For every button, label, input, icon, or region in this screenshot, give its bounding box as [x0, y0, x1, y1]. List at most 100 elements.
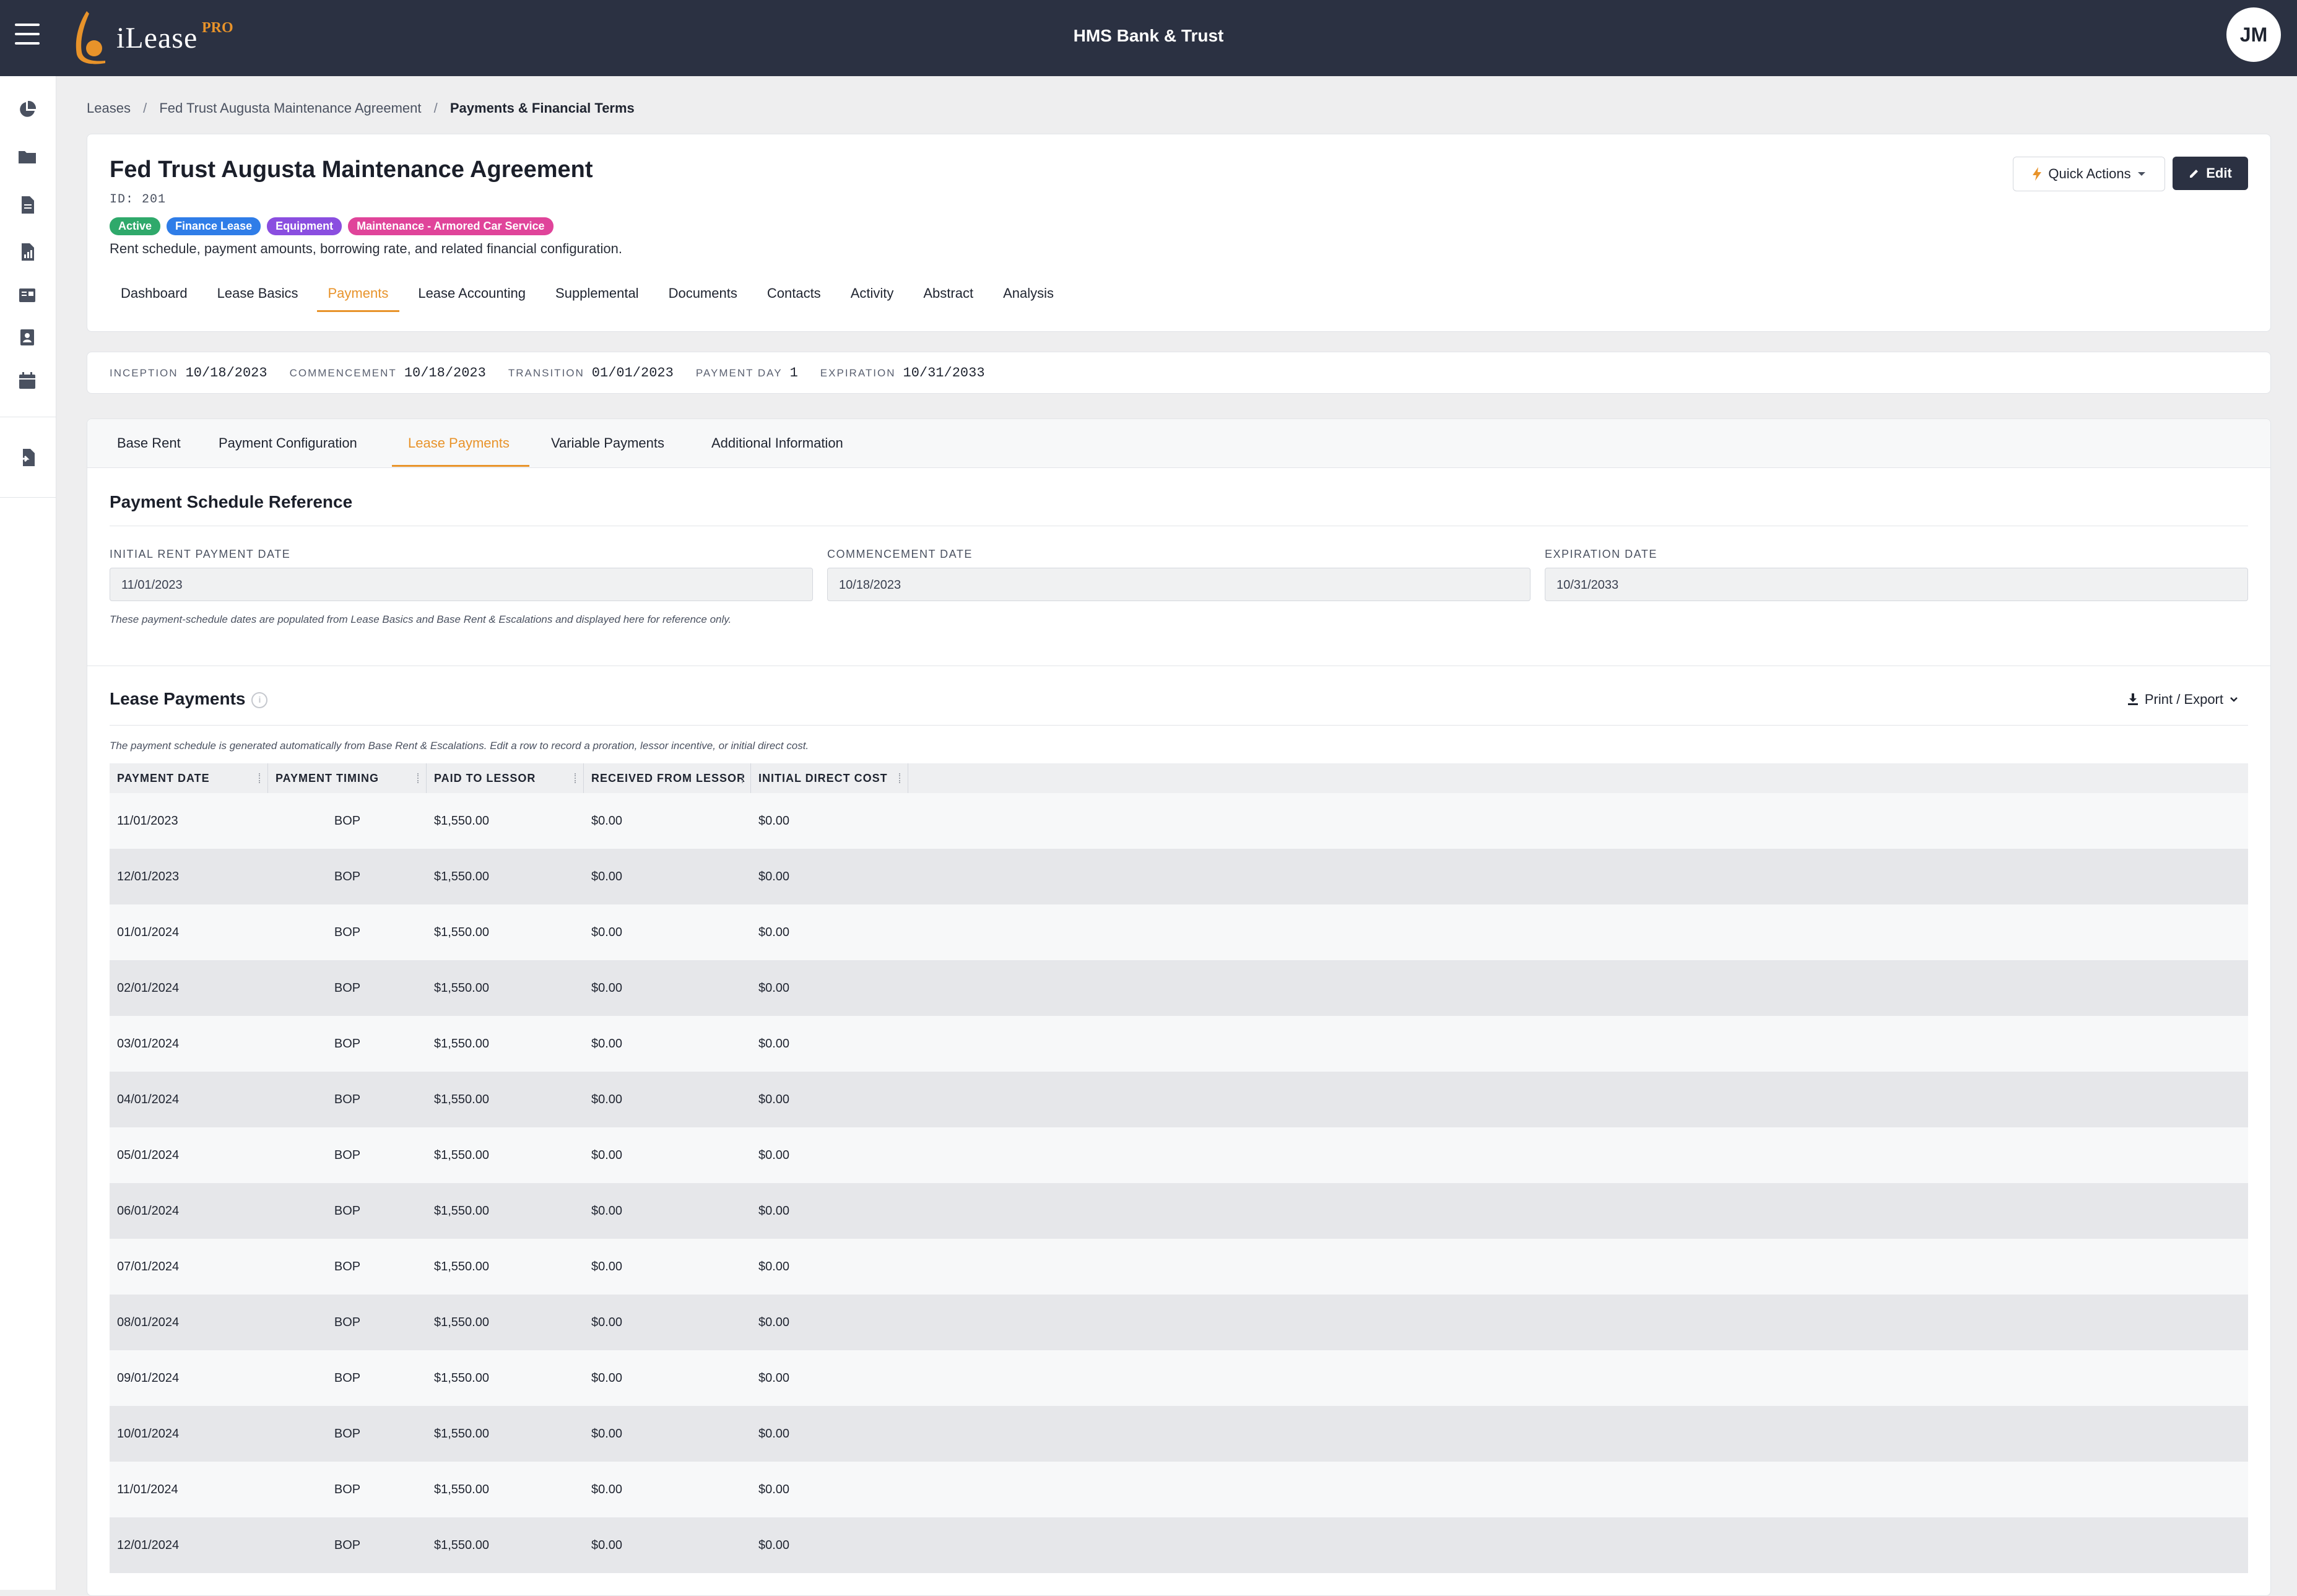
calendar-icon[interactable]	[17, 371, 37, 391]
ledger-icon[interactable]	[17, 285, 37, 305]
key-date-value: 1	[789, 365, 798, 381]
print-export-label: Print / Export	[2144, 692, 2223, 707]
received-from-lessor-cell: $0.00	[591, 1260, 623, 1273]
tab-abstract[interactable]: Abstract	[912, 285, 984, 312]
tab-lease-basics[interactable]: Lease Basics	[206, 285, 310, 312]
table-row[interactable]: 09/01/2024 BOP $1,550.00 $0.00 $0.00	[110, 1350, 2248, 1406]
contacts-icon[interactable]	[17, 327, 37, 347]
initial-direct-cost-cell: $0.00	[758, 814, 790, 828]
top-bar: iLease PRO HMS Bank & Trust JM	[0, 0, 2297, 76]
document-icon[interactable]	[17, 195, 37, 215]
pie-chart-icon[interactable]	[17, 100, 37, 119]
initial-direct-cost-cell: $0.00	[758, 870, 790, 883]
quick-actions-button[interactable]: Quick Actions	[2013, 157, 2165, 191]
payment-date-cell: 10/01/2024	[117, 1427, 180, 1441]
initial-direct-cost-cell: $0.00	[758, 1371, 790, 1385]
column-resize-handle[interactable]	[575, 773, 580, 783]
import-icon[interactable]	[17, 448, 37, 467]
payment-timing-cell: BOP	[334, 1260, 361, 1273]
received-from-lessor-cell: $0.00	[591, 814, 623, 828]
column-header-payment-date[interactable]: Payment Date	[110, 763, 268, 793]
key-date-item: Transition 01/01/2023	[508, 365, 674, 381]
edit-button[interactable]: Edit	[2173, 157, 2248, 190]
download-icon	[2127, 693, 2138, 705]
column-resize-handle[interactable]	[259, 773, 264, 783]
paid-to-lessor-cell: $1,550.00	[434, 1427, 489, 1441]
tab-contacts[interactable]: Contacts	[756, 285, 832, 312]
payment-timing-cell: BOP	[334, 981, 361, 995]
folder-icon[interactable]	[17, 147, 37, 167]
payment-date-cell: 11/01/2024	[117, 1483, 178, 1496]
paid-to-lessor-cell: $1,550.00	[434, 1260, 489, 1273]
column-header-payment-timing[interactable]: Payment Timing	[268, 763, 427, 793]
received-from-lessor-cell: $0.00	[591, 1427, 623, 1441]
tab-dashboard[interactable]: Dashboard	[110, 285, 199, 312]
payment-timing-cell: BOP	[334, 814, 361, 828]
paid-to-lessor-cell: $1,550.00	[434, 814, 489, 828]
subtab-payment-configuration[interactable]: Payment Configuration	[219, 435, 357, 451]
quick-actions-label: Quick Actions	[2048, 166, 2131, 181]
edit-label: Edit	[2206, 165, 2232, 181]
tab-payments[interactable]: Payments	[316, 285, 400, 312]
paid-to-lessor-cell: $1,550.00	[434, 1538, 489, 1552]
column-header-received-from-lessor[interactable]: Received from Lessor	[584, 763, 751, 793]
payment-timing-cell: BOP	[334, 1371, 361, 1385]
column-resize-handle[interactable]	[742, 773, 747, 783]
subtab-lease-payments[interactable]: Lease Payments	[408, 435, 510, 451]
active-subtab-indicator	[392, 465, 529, 467]
column-header-label: Paid to Lessor	[434, 772, 536, 784]
key-dates-bar: Inception 10/18/2023 Commencement 10/18/202…	[87, 352, 2271, 394]
subtab-additional-information[interactable]: Additional Information	[711, 435, 843, 451]
key-date-item: Payment Day 1	[696, 365, 798, 381]
table-row[interactable]: 07/01/2024 BOP $1,550.00 $0.00 $0.00	[110, 1239, 2248, 1295]
info-icon[interactable]: i	[251, 692, 268, 708]
payment-date-cell: 12/01/2024	[117, 1538, 180, 1552]
column-header-initial-direct-cost[interactable]: Initial Direct Cost	[751, 763, 908, 793]
key-date-label: Expiration	[820, 367, 896, 379]
table-row[interactable]: 08/01/2024 BOP $1,550.00 $0.00 $0.00	[110, 1295, 2248, 1350]
table-row[interactable]: 11/01/2024 BOP $1,550.00 $0.00 $0.00	[110, 1462, 2248, 1517]
table-row[interactable]: 06/01/2024 BOP $1,550.00 $0.00 $0.00	[110, 1183, 2248, 1239]
key-dates: Inception 10/18/2023 Commencement 10/18/202…	[110, 365, 1007, 381]
payment-date-cell: 02/01/2024	[117, 981, 180, 995]
user-avatar[interactable]: JM	[2226, 7, 2281, 62]
pencil-icon	[2190, 170, 2199, 178]
schedule-reference-title: Payment Schedule Reference	[110, 492, 353, 511]
status-badge: Active	[110, 217, 161, 235]
subtab-variable-payments[interactable]: Variable Payments	[551, 435, 664, 451]
column-resize-handle[interactable]	[417, 773, 422, 783]
table-row[interactable]: 02/01/2024 BOP $1,550.00 $0.00 $0.00	[110, 960, 2248, 1016]
breadcrumb-link[interactable]: Leases	[87, 100, 131, 116]
payment-date-cell: 07/01/2024	[117, 1260, 180, 1273]
column-resize-handle[interactable]	[899, 773, 904, 783]
table-row[interactable]: 04/01/2024 BOP $1,550.00 $0.00 $0.00	[110, 1072, 2248, 1127]
key-date-value: 10/18/2023	[185, 365, 267, 381]
status-badge: Equipment	[267, 217, 342, 235]
subtab-base-rent[interactable]: Base Rent	[117, 435, 181, 451]
table-row[interactable]: 01/01/2024 BOP $1,550.00 $0.00 $0.00	[110, 904, 2248, 960]
lease-badges: Active Finance Lease Equipment Maintenance …	[110, 217, 554, 235]
table-row[interactable]: 12/01/2023 BOP $1,550.00 $0.00 $0.00	[110, 849, 2248, 904]
tab-analysis[interactable]: Analysis	[992, 285, 1065, 312]
payment-date-cell: 03/01/2024	[117, 1037, 180, 1051]
payment-timing-cell: BOP	[334, 1538, 361, 1552]
payment-timing-cell: BOP	[334, 1037, 361, 1051]
caret-down-icon	[2137, 172, 2145, 176]
report-icon[interactable]	[17, 242, 37, 262]
table-row[interactable]: 12/01/2024 BOP $1,550.00 $0.00 $0.00	[110, 1517, 2248, 1573]
tab-supplemental[interactable]: Supplemental	[544, 285, 650, 312]
expiration-date-label: Expiration Date	[1545, 548, 1657, 560]
table-row[interactable]: 05/01/2024 BOP $1,550.00 $0.00 $0.00	[110, 1127, 2248, 1183]
column-header-paid-to-lessor[interactable]: Paid to Lessor	[427, 763, 584, 793]
table-row[interactable]: 03/01/2024 BOP $1,550.00 $0.00 $0.00	[110, 1016, 2248, 1072]
print-export-button[interactable]: Print / Export	[2127, 692, 2238, 708]
tab-activity[interactable]: Activity	[840, 285, 905, 312]
table-row[interactable]: 10/01/2024 BOP $1,550.00 $0.00 $0.00	[110, 1406, 2248, 1462]
payment-timing-cell: BOP	[334, 870, 361, 883]
paid-to-lessor-cell: $1,550.00	[434, 1371, 489, 1385]
table-row[interactable]: 11/01/2023 BOP $1,550.00 $0.00 $0.00	[110, 793, 2248, 849]
breadcrumb-link[interactable]: Fed Trust Augusta Maintenance Agreement	[159, 100, 421, 116]
payment-date-cell: 09/01/2024	[117, 1371, 180, 1385]
tab-documents[interactable]: Documents	[658, 285, 749, 312]
tab-lease-accounting[interactable]: Lease Accounting	[407, 285, 537, 312]
